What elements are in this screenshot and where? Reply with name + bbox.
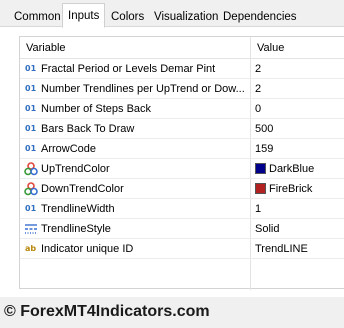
input-value[interactable]: 159 bbox=[255, 143, 273, 155]
input-row[interactable]: ab Indicator unique ID TrendLINE bbox=[20, 239, 344, 259]
input-name: Bars Back To Draw bbox=[41, 123, 135, 135]
input-row[interactable]: UpTrendColor DarkBlue bbox=[20, 159, 344, 179]
input-row[interactable]: 01 Number of Steps Back 0 bbox=[20, 99, 344, 119]
input-name: TrendlineStyle bbox=[41, 223, 111, 235]
inputs-grid: Variable Value 01 Fractal Period or Leve… bbox=[19, 36, 344, 290]
input-name: Fractal Period or Levels Demar Pint bbox=[41, 63, 216, 75]
tab-common[interactable]: Common bbox=[8, 6, 67, 27]
tab-inputs[interactable]: Inputs bbox=[62, 3, 106, 28]
input-name: ArrowCode bbox=[41, 143, 97, 155]
tab-visualization[interactable]: Visualization bbox=[148, 6, 224, 27]
integer-icon: 01 bbox=[25, 84, 37, 93]
input-row[interactable]: 01 Number Trendlines per UpTrend or Dow.… bbox=[20, 79, 344, 99]
color-icon bbox=[24, 162, 38, 176]
column-header-variable[interactable]: Variable bbox=[26, 42, 66, 54]
input-name: TrendlineWidth bbox=[41, 203, 115, 215]
input-row[interactable]: 01 TrendlineWidth 1 bbox=[20, 199, 344, 219]
grid-header: Variable Value bbox=[20, 37, 344, 59]
integer-icon: 01 bbox=[25, 204, 37, 213]
input-value[interactable]: Solid bbox=[255, 223, 279, 235]
integer-icon: 01 bbox=[25, 64, 37, 73]
input-name: Indicator unique ID bbox=[41, 243, 134, 255]
tab-dependencies[interactable]: Dependencies bbox=[217, 6, 303, 27]
input-name: UpTrendColor bbox=[41, 163, 110, 175]
inputs-panel: Variable Value 01 Fractal Period or Leve… bbox=[0, 27, 344, 297]
input-value[interactable]: DarkBlue bbox=[255, 163, 314, 175]
input-name: Number Trendlines per UpTrend or Dow... bbox=[41, 83, 245, 95]
color-swatch bbox=[255, 163, 266, 174]
input-name: Number of Steps Back bbox=[41, 103, 152, 115]
watermark-footer: © ForexMT4Indicators.com bbox=[4, 303, 210, 320]
string-icon: ab bbox=[25, 244, 37, 253]
input-row[interactable]: TrendlineStyle Solid bbox=[20, 219, 344, 239]
tab-colors[interactable]: Colors bbox=[105, 6, 150, 27]
color-name: DarkBlue bbox=[269, 163, 315, 175]
input-row[interactable]: 01 Bars Back To Draw 500 bbox=[20, 119, 344, 139]
input-value[interactable]: 2 bbox=[255, 63, 261, 75]
input-name: DownTrendColor bbox=[41, 183, 124, 195]
integer-icon: 01 bbox=[25, 104, 37, 113]
input-value[interactable]: FireBrick bbox=[255, 183, 312, 195]
line-style-icon bbox=[25, 224, 37, 234]
input-value[interactable]: TrendLINE bbox=[255, 243, 308, 255]
input-value[interactable]: 2 bbox=[255, 83, 261, 95]
color-swatch bbox=[255, 183, 266, 194]
input-row[interactable]: DownTrendColor FireBrick bbox=[20, 179, 344, 199]
integer-icon: 01 bbox=[25, 144, 37, 153]
color-icon bbox=[24, 182, 38, 196]
tab-bar: Common Inputs Colors Visualization Depen… bbox=[0, 0, 344, 28]
input-value[interactable]: 500 bbox=[255, 123, 273, 135]
color-name: FireBrick bbox=[269, 183, 313, 195]
input-row[interactable]: 01 Fractal Period or Levels Demar Pint 2 bbox=[20, 59, 344, 79]
column-header-value[interactable]: Value bbox=[257, 42, 284, 54]
input-value[interactable]: 0 bbox=[255, 103, 261, 115]
input-value[interactable]: 1 bbox=[255, 203, 261, 215]
integer-icon: 01 bbox=[25, 124, 37, 133]
input-row[interactable]: 01 ArrowCode 159 bbox=[20, 139, 344, 159]
